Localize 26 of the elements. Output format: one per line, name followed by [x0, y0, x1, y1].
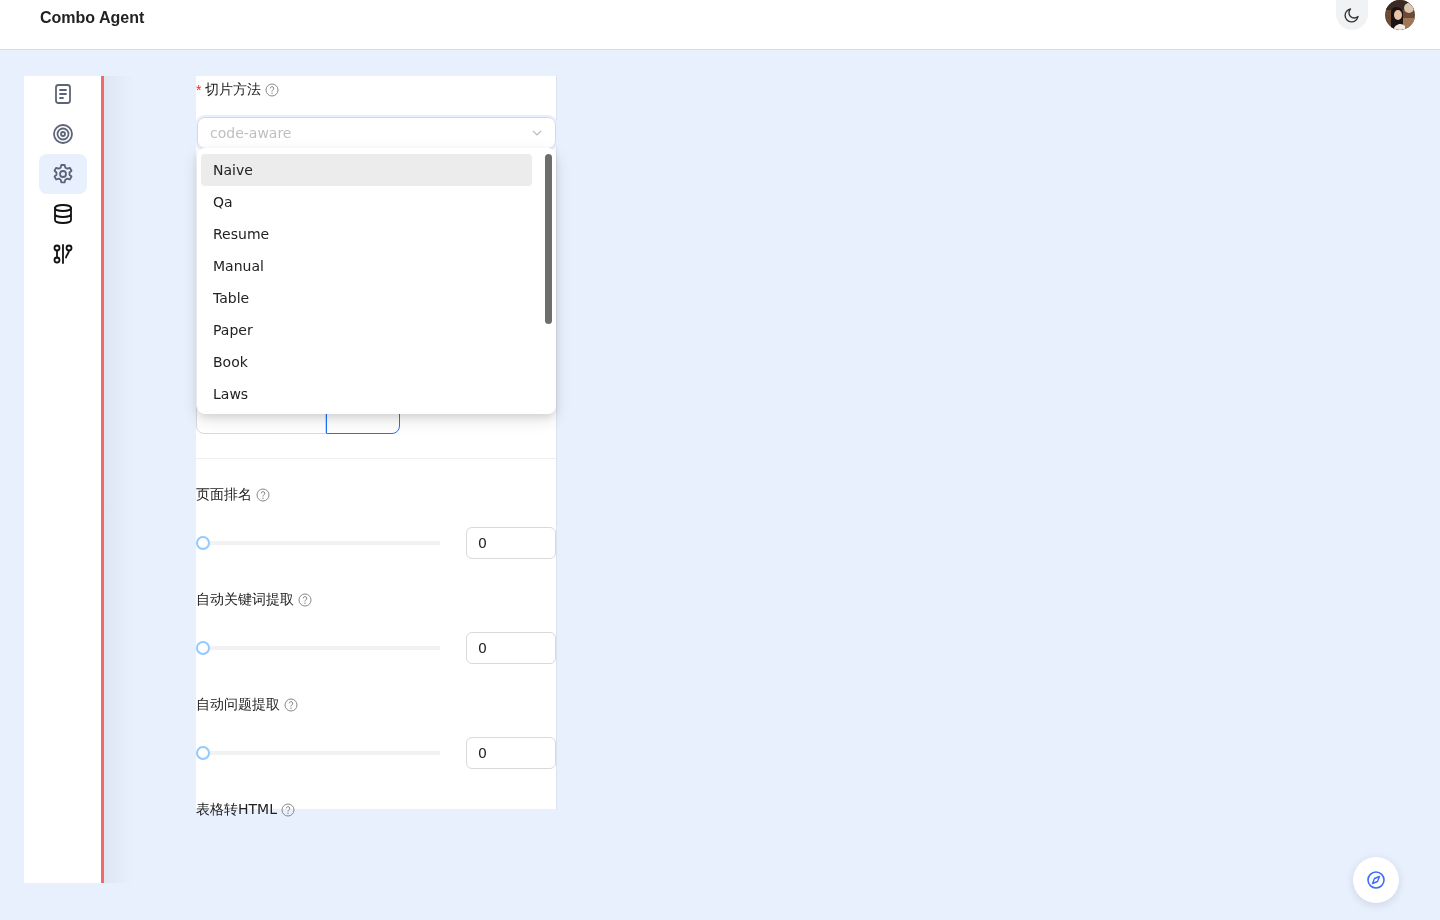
compass-button[interactable]: [1353, 857, 1399, 903]
select-placeholder: code-aware: [210, 125, 292, 141]
app-title: Combo Agent: [40, 9, 145, 27]
help-icon: [265, 83, 280, 97]
compass-icon: [1366, 870, 1386, 890]
moon-icon: [1343, 5, 1361, 24]
required-mark: *: [196, 82, 202, 98]
help-icon: [298, 593, 312, 607]
dropdown-option[interactable]: Naive: [201, 154, 532, 186]
scrollbar[interactable]: [545, 154, 552, 324]
number-input[interactable]: 0: [466, 632, 556, 664]
field-label: 切片方法: [205, 81, 262, 99]
field-label: 页面排名: [196, 486, 252, 504]
slider-handle[interactable]: [196, 746, 210, 760]
help-icon: [284, 698, 298, 712]
slider-handle[interactable]: [196, 536, 210, 550]
slider-handle[interactable]: [196, 641, 210, 655]
number-input[interactable]: 0: [466, 737, 556, 769]
field-label: 自动问题提取: [196, 696, 280, 714]
help-icon: [280, 803, 295, 817]
field-label: 表格转HTML: [196, 801, 277, 819]
number-input[interactable]: 0: [466, 527, 556, 559]
field-label: 自动关键词提取: [196, 591, 294, 609]
target-icon: [50, 122, 75, 146]
theme-toggle-button[interactable]: [1336, 0, 1368, 30]
help-icon: [256, 488, 270, 502]
